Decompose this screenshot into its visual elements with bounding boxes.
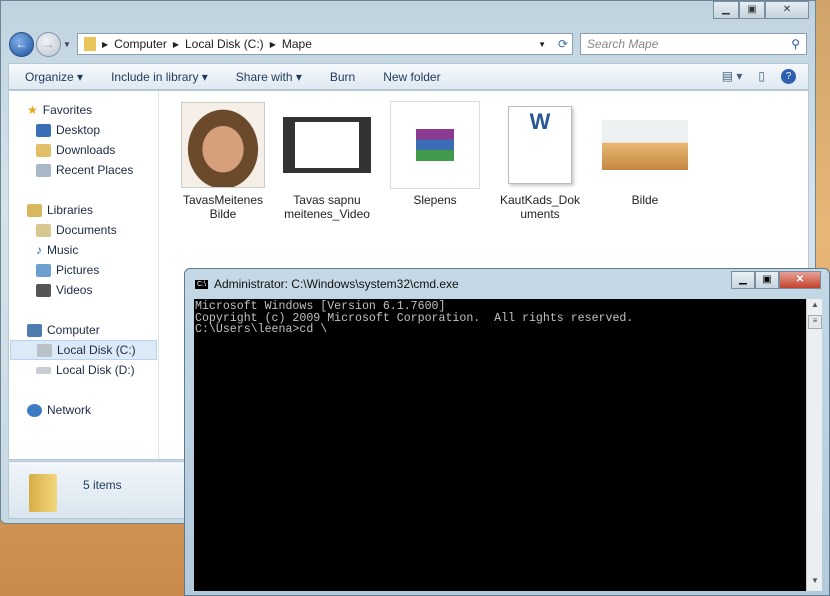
file-item[interactable]: Slepens	[387, 101, 483, 207]
cmd-maximize-button[interactable]: ▣	[755, 271, 779, 289]
star-icon: ★	[27, 103, 38, 117]
nav-downloads[interactable]: Downloads	[36, 140, 115, 160]
address-dropdown-icon[interactable]: ▼	[538, 40, 546, 49]
help-icon[interactable]: ?	[781, 69, 796, 84]
cmd-close-button[interactable]: ✕	[779, 271, 821, 289]
maximize-button[interactable]: ▣	[739, 1, 765, 19]
videos-icon	[36, 283, 51, 297]
nav-videos[interactable]: Videos	[36, 280, 92, 300]
downloads-icon	[36, 143, 51, 157]
nav-recent-places[interactable]: Recent Places	[36, 160, 133, 180]
pictures-icon	[36, 263, 51, 277]
back-button[interactable]: ←	[9, 32, 34, 57]
nav-local-disk-d[interactable]: Local Disk (D:)	[36, 360, 135, 380]
recent-pages-dropdown[interactable]: ▼	[63, 40, 71, 49]
computer-icon	[27, 323, 42, 337]
documents-icon	[36, 223, 51, 237]
nav-libraries[interactable]: Libraries	[27, 200, 93, 220]
window-controls: ▁ ▣ ✕	[713, 1, 809, 19]
nav-favorites[interactable]: ★ Favorites	[27, 100, 92, 120]
close-button[interactable]: ✕	[765, 1, 809, 19]
nav-documents[interactable]: Documents	[36, 220, 117, 240]
search-icon: ⚲	[791, 37, 800, 51]
search-input[interactable]: Search Mape ⚲	[580, 33, 807, 55]
drive-icon	[37, 343, 52, 357]
cmd-window: C:\ Administrator: C:\Windows\system32\cm…	[184, 268, 830, 596]
network-icon	[27, 403, 42, 417]
music-icon: ♪	[36, 243, 42, 257]
forward-button[interactable]: →	[36, 32, 61, 57]
nav-desktop[interactable]: Desktop	[36, 120, 100, 140]
desert-photo-icon	[602, 120, 688, 170]
minimize-button[interactable]: ▁	[713, 1, 739, 19]
file-item[interactable]: TavasMeitenesBilde	[175, 101, 271, 221]
winrar-archive-icon	[416, 129, 454, 161]
word-document-icon: W	[508, 106, 572, 184]
libraries-icon	[27, 203, 42, 217]
breadcrumb-local-disk[interactable]: Local Disk (C:)	[185, 37, 264, 51]
share-with-button[interactable]: Share with ▾	[236, 70, 302, 84]
new-folder-button[interactable]: New folder	[383, 70, 440, 84]
nav-network[interactable]: Network	[27, 400, 91, 420]
view-options-icon[interactable]: ▤ ▾	[722, 69, 743, 84]
nav-local-disk-c[interactable]: Local Disk (C:)	[10, 340, 157, 360]
organize-button[interactable]: Organize ▾	[25, 70, 83, 84]
toolbar: Organize ▾ Include in library ▾ Share wi…	[8, 63, 809, 90]
nav-music[interactable]: ♪ Music	[36, 240, 78, 260]
cmd-minimize-button[interactable]: ▁	[731, 271, 755, 289]
file-item[interactable]: Bilde	[597, 101, 693, 207]
nav-computer[interactable]: Computer	[27, 320, 100, 340]
folder-icon	[84, 37, 96, 51]
file-item[interactable]: Tavas sapnu meitenes_Video	[279, 101, 375, 221]
file-item[interactable]: W KautKads_Dokuments	[492, 101, 588, 221]
drive-icon	[36, 366, 51, 374]
burn-button[interactable]: Burn	[330, 70, 355, 84]
breadcrumb-computer[interactable]: Computer	[114, 37, 167, 51]
desktop-icon	[36, 123, 51, 137]
item-count: 5 items	[83, 478, 122, 492]
command-prompt: C:\Users\leena>cd \	[195, 323, 328, 336]
cmd-scrollbar[interactable]: ▲ ≡ ▼	[806, 299, 822, 591]
navigation-pane: ★ Favorites Desktop Downloads Recent Plac…	[9, 91, 159, 459]
console-output[interactable]: Microsoft Windows [Version 6.1.7600] Copy…	[194, 299, 806, 591]
cmd-icon: C:\	[195, 279, 208, 289]
preview-pane-icon[interactable]: ▯	[758, 69, 765, 84]
breadcrumb-mape[interactable]: Mape	[282, 37, 312, 51]
video-file-icon	[283, 117, 371, 173]
nav-pictures[interactable]: Pictures	[36, 260, 99, 280]
address-bar[interactable]: ▶ Computer ▶ Local Disk (C:) ▶ Mape ▼ ⟳	[77, 33, 573, 55]
include-in-library-button[interactable]: Include in library ▾	[111, 70, 208, 84]
photo-face-icon	[181, 102, 265, 188]
folder-icon	[29, 474, 57, 512]
recent-places-icon	[36, 163, 51, 177]
cmd-title: Administrator: C:\Windows\system32\cmd.e…	[213, 277, 459, 291]
refresh-icon[interactable]: ⟳	[558, 37, 568, 51]
